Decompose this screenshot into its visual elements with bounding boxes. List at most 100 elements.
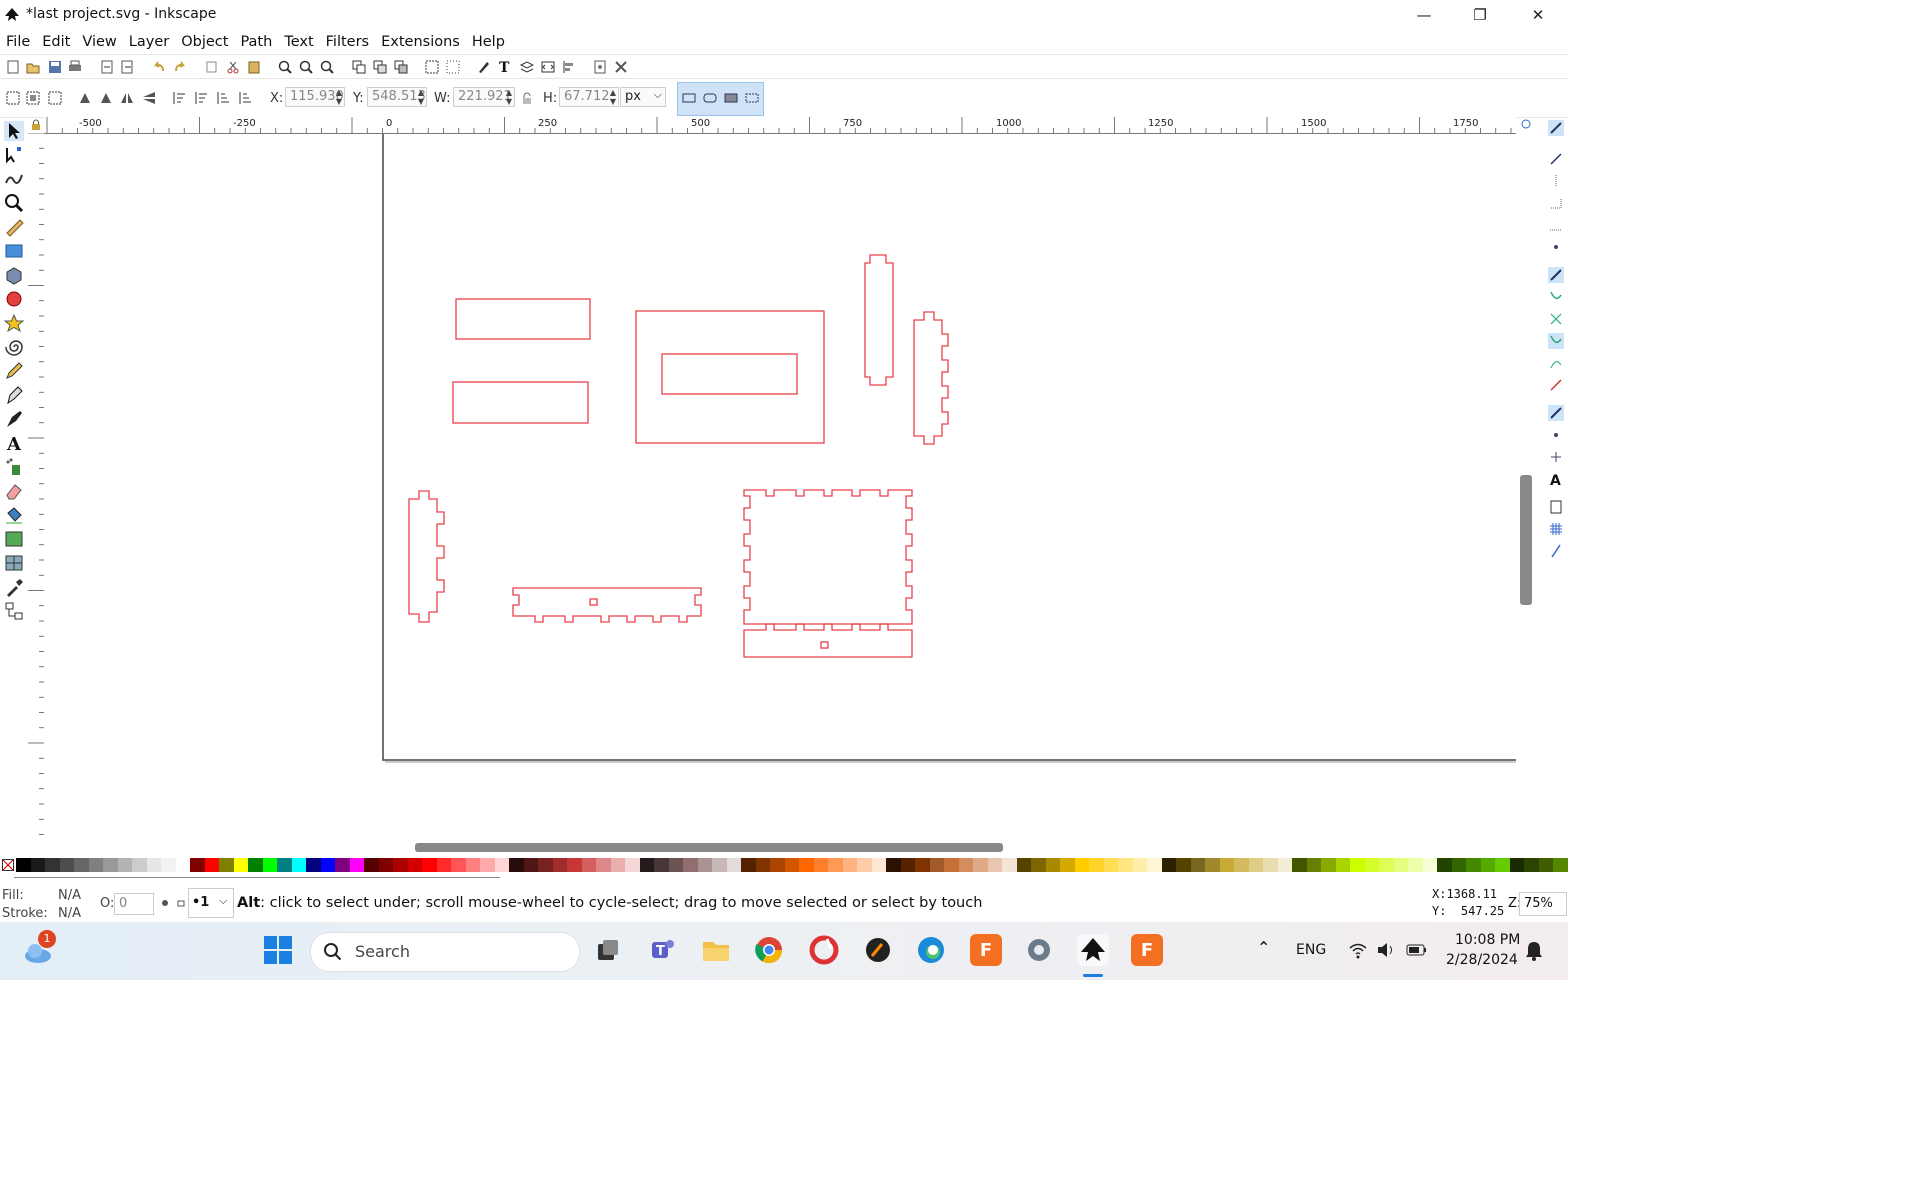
raise-icon[interactable]: [194, 91, 208, 105]
palette-swatch[interactable]: [973, 858, 988, 872]
menu-edit[interactable]: Edit: [36, 34, 76, 50]
weather-widget[interactable]: 1: [22, 930, 56, 966]
palette-swatch[interactable]: [219, 858, 234, 872]
volume-icon[interactable]: [1376, 941, 1396, 959]
palette-swatch[interactable]: [59, 858, 74, 872]
palette-swatch[interactable]: [567, 858, 582, 872]
mesh-tool-icon[interactable]: [4, 553, 24, 573]
tab-piece-vertical-3[interactable]: [408, 490, 445, 623]
snap-paths-icon[interactable]: [1548, 289, 1564, 305]
notification-bell-icon[interactable]: [1524, 940, 1544, 962]
h-spin-arrows[interactable]: ▲ ▼: [610, 88, 616, 106]
palette-swatch[interactable]: [465, 858, 480, 872]
palette-swatch[interactable]: [712, 858, 727, 872]
rectangle-tool-icon[interactable]: [4, 241, 24, 261]
chevron-up-icon[interactable]: ⌃: [1257, 938, 1270, 957]
palette-swatch[interactable]: [291, 858, 306, 872]
menu-text[interactable]: Text: [278, 34, 319, 50]
horizontal-ruler[interactable]: -500 -250 0 250 500 750 1000 1250 1500 1…: [44, 117, 1516, 134]
palette-swatch[interactable]: [799, 858, 814, 872]
palette-swatch[interactable]: [1480, 858, 1495, 872]
paste-icon[interactable]: [247, 60, 261, 74]
palette-swatch[interactable]: [871, 858, 886, 872]
zoom-drawing-icon[interactable]: [299, 60, 313, 74]
palette-swatch[interactable]: [88, 858, 103, 872]
snap-rotation-center-icon[interactable]: [1548, 449, 1564, 465]
lower-to-bottom-icon[interactable]: [238, 91, 252, 105]
drawing-canvas[interactable]: [44, 134, 1516, 837]
palette-swatch[interactable]: [1321, 858, 1336, 872]
palette-swatch[interactable]: [1045, 858, 1060, 872]
fusion-app[interactable]: F: [970, 934, 1002, 966]
raise-to-top-icon[interactable]: [172, 91, 186, 105]
snap-nodes-icon[interactable]: [1548, 267, 1564, 283]
slot-hole[interactable]: [589, 598, 598, 606]
palette-swatch[interactable]: [320, 858, 335, 872]
palette-swatch[interactable]: [1089, 858, 1104, 872]
connector-tool-icon[interactable]: [4, 601, 24, 621]
palette-swatch[interactable]: [1277, 858, 1292, 872]
transform-gradients-icon[interactable]: [724, 91, 738, 105]
palette-swatch[interactable]: [987, 858, 1002, 872]
palette-swatch[interactable]: [1060, 858, 1075, 872]
import-icon[interactable]: [100, 60, 114, 74]
palette-swatch[interactable]: [1350, 858, 1365, 872]
no-paint-swatch-icon[interactable]: [2, 859, 14, 871]
palette-swatch[interactable]: [1074, 858, 1089, 872]
palette-swatch[interactable]: [480, 858, 495, 872]
calligraphy-tool-icon[interactable]: [4, 409, 24, 429]
unlink-clone-icon[interactable]: [394, 60, 408, 74]
snap-toggle-icon[interactable]: [1548, 120, 1564, 136]
inkscape-app[interactable]: [1077, 934, 1109, 966]
menu-filters[interactable]: Filters: [320, 34, 375, 50]
palette-swatch[interactable]: [1451, 858, 1466, 872]
y-spin-arrows[interactable]: ▲ ▼: [418, 88, 424, 106]
edge-app[interactable]: [915, 934, 947, 966]
palette-swatch[interactable]: [1031, 858, 1046, 872]
palette-swatch[interactable]: [306, 858, 321, 872]
palette-swatch[interactable]: [132, 858, 147, 872]
unit-select[interactable]: px ⌵: [620, 87, 666, 107]
palette-swatch[interactable]: [523, 858, 538, 872]
flip-vertical-icon[interactable]: [142, 91, 156, 105]
palette-swatch[interactable]: [1132, 858, 1147, 872]
snap-bbox-center-icon[interactable]: [1548, 239, 1564, 255]
3d-box-tool-icon[interactable]: [4, 265, 24, 285]
restore-button[interactable]: ❐: [1452, 0, 1508, 30]
palette-swatch[interactable]: [422, 858, 437, 872]
undo-icon[interactable]: [152, 60, 166, 74]
group-icon[interactable]: [425, 60, 439, 74]
text-font-icon[interactable]: T: [498, 60, 512, 74]
palette-swatch[interactable]: [683, 858, 698, 872]
align-distribute-icon[interactable]: [562, 60, 576, 74]
palette-swatch[interactable]: [1147, 858, 1162, 872]
palette-swatch[interactable]: [1335, 858, 1350, 872]
palette-swatch[interactable]: [538, 858, 553, 872]
palette-swatch[interactable]: [117, 858, 132, 872]
minimize-button[interactable]: —: [1396, 0, 1452, 30]
node-tool-icon[interactable]: [4, 145, 24, 165]
palette-swatch[interactable]: [233, 858, 248, 872]
palette-swatch[interactable]: [755, 858, 770, 872]
box-panel-finger-joint[interactable]: [743, 489, 913, 625]
clone-icon[interactable]: [373, 60, 387, 74]
close-button[interactable]: ✕: [1510, 0, 1566, 30]
canvas-drawing[interactable]: [44, 134, 1516, 837]
snap-intersection-icon[interactable]: [1548, 311, 1564, 327]
menu-view[interactable]: View: [76, 34, 122, 50]
palette-swatch[interactable]: [74, 858, 89, 872]
menu-path[interactable]: Path: [234, 34, 278, 50]
palette-swatch[interactable]: [1379, 858, 1394, 872]
palette-swatch[interactable]: [378, 858, 393, 872]
palette-swatch[interactable]: [639, 858, 654, 872]
palette-swatch[interactable]: [509, 858, 524, 872]
print-icon[interactable]: [68, 60, 82, 74]
snap-smooth-icon[interactable]: [1548, 355, 1564, 371]
new-document-icon[interactable]: [6, 60, 20, 74]
spiral-tool-icon[interactable]: [4, 337, 24, 357]
menu-file[interactable]: File: [0, 34, 36, 50]
palette-swatch[interactable]: [886, 858, 901, 872]
palette-swatch[interactable]: [1118, 858, 1133, 872]
scale-corners-icon[interactable]: [703, 91, 717, 105]
palette-swatch[interactable]: [1466, 858, 1481, 872]
